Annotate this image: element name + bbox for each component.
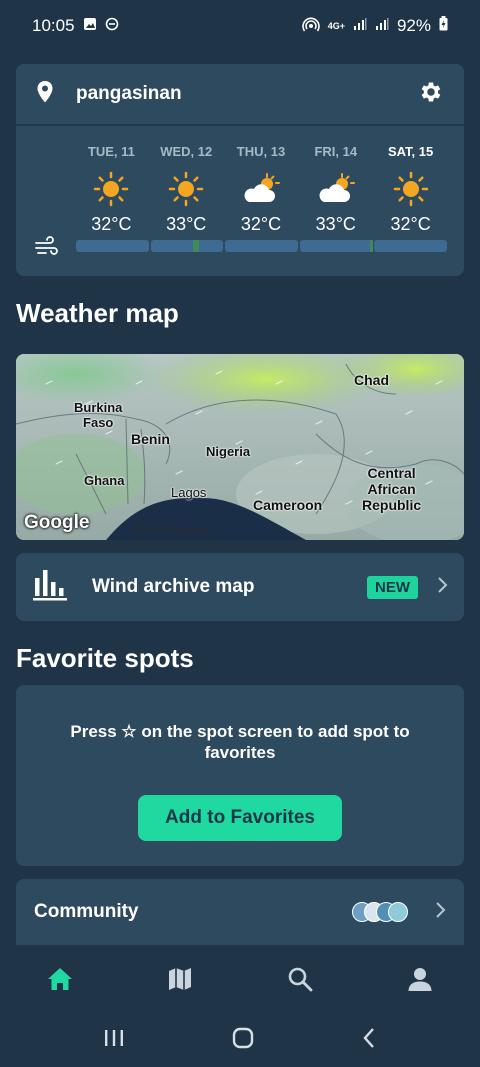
bottom-navigation	[0, 945, 480, 1013]
gallery-icon	[83, 16, 97, 36]
location-pin-icon	[36, 80, 54, 109]
recent-apps-icon[interactable]	[103, 1028, 125, 1053]
status-bar: 10:05 4G+ 92%	[0, 0, 480, 52]
map-label-central-african-republic: Central African Republic	[362, 465, 422, 514]
map-label-ghana: Ghana	[84, 473, 125, 488]
partly-cloudy-icon	[316, 168, 356, 210]
search-icon[interactable]	[270, 949, 330, 1009]
community-row[interactable]: Community	[16, 879, 464, 945]
favorite-spots-card: Press ☆ on the spot screen to add spot t…	[16, 685, 464, 866]
forecast-day[interactable]: WED, 12 33°C	[149, 144, 224, 235]
dnd-icon	[105, 16, 119, 36]
signal-icon	[353, 16, 367, 36]
sun-icon	[393, 168, 429, 210]
day-label: THU, 13	[236, 144, 286, 159]
day-label: SAT, 15	[387, 144, 434, 159]
map-label-gulf-of-guinea: Gulf of Guinea	[132, 523, 210, 537]
day-label: FRI, 14	[314, 144, 358, 159]
forecast-card[interactable]: pangasinan TUE, 11 32°C WED, 12 33°C THU…	[16, 64, 464, 276]
forecast-day[interactable]: TUE, 11 32°C	[74, 144, 149, 235]
add-to-favorites-button[interactable]: Add to Favorites	[138, 795, 342, 841]
day-label: WED, 12	[160, 144, 213, 159]
map-label-benin: Benin	[131, 431, 170, 447]
hotspot-icon	[301, 16, 320, 37]
new-badge: NEW	[367, 575, 418, 599]
signal-icon-2	[375, 16, 389, 36]
battery-icon	[439, 16, 448, 36]
day-temp: 32°C	[91, 214, 132, 234]
sun-icon	[168, 168, 204, 210]
chevron-right-icon	[436, 576, 448, 599]
favorite-spots-title: Favorite spots	[16, 643, 194, 673]
weather-map-title: Weather map	[16, 298, 179, 328]
location-row[interactable]: pangasinan	[16, 64, 464, 126]
clock: 10:05	[32, 16, 75, 35]
forecast-day[interactable]: FRI, 14 33°C	[298, 144, 373, 235]
chevron-right-icon	[434, 901, 446, 924]
network-type: 4G+	[327, 21, 345, 31]
sun-icon	[93, 168, 129, 210]
day-temp: 33°C	[166, 214, 207, 234]
forecast-day[interactable]: SAT, 15 32°C	[373, 144, 448, 235]
home-icon[interactable]	[30, 949, 90, 1009]
community-label: Community	[34, 901, 139, 922]
community-avatars	[352, 902, 408, 922]
wind-icon	[34, 236, 60, 263]
wind-segment	[76, 240, 149, 252]
settings-gear-icon[interactable]	[418, 79, 444, 110]
day-temp: 32°C	[390, 214, 431, 234]
map-label-lagos: Lagos	[171, 485, 207, 500]
map-label-burkina-faso: Burkina Faso	[74, 400, 123, 430]
wind-segment	[225, 240, 298, 252]
day-temp: 32°C	[240, 214, 282, 234]
profile-icon[interactable]	[390, 949, 450, 1009]
wind-archive-map-row[interactable]: Wind archive map NEW	[16, 553, 464, 621]
avatar	[388, 902, 408, 922]
day-label: TUE, 11	[87, 144, 135, 159]
weather-map[interactable]: Chad Burkina Faso Benin Nigeria Ghana La…	[16, 354, 464, 540]
home-button-icon[interactable]	[231, 1026, 255, 1055]
partly-cloudy-icon	[241, 168, 281, 210]
bar-chart-icon	[32, 568, 68, 607]
forecast-day[interactable]: THU, 13 32°C	[224, 144, 299, 235]
google-attribution: Google	[24, 512, 90, 533]
wind-archive-label: Wind archive map	[92, 576, 255, 597]
map-label-nigeria: Nigeria	[206, 444, 251, 459]
location-name: pangasinan	[76, 83, 182, 104]
back-icon[interactable]	[361, 1027, 377, 1054]
map-label-chad: Chad	[354, 372, 389, 388]
wind-segment	[150, 240, 224, 252]
map-label-cameroon: Cameroon	[253, 497, 323, 513]
day-temp: 33°C	[315, 214, 356, 234]
system-navigation	[0, 1013, 480, 1067]
forecast-days: TUE, 11 32°C WED, 12 33°C THU, 13 32°C F…	[74, 144, 448, 235]
wind-segment	[299, 240, 373, 252]
wind-strength-bar	[76, 240, 447, 252]
favorites-hint: Press ☆ on the spot screen to add spot t…	[70, 722, 410, 762]
map-icon[interactable]	[150, 949, 210, 1009]
battery-level: 92%	[396, 16, 431, 35]
wind-segment	[374, 240, 447, 252]
